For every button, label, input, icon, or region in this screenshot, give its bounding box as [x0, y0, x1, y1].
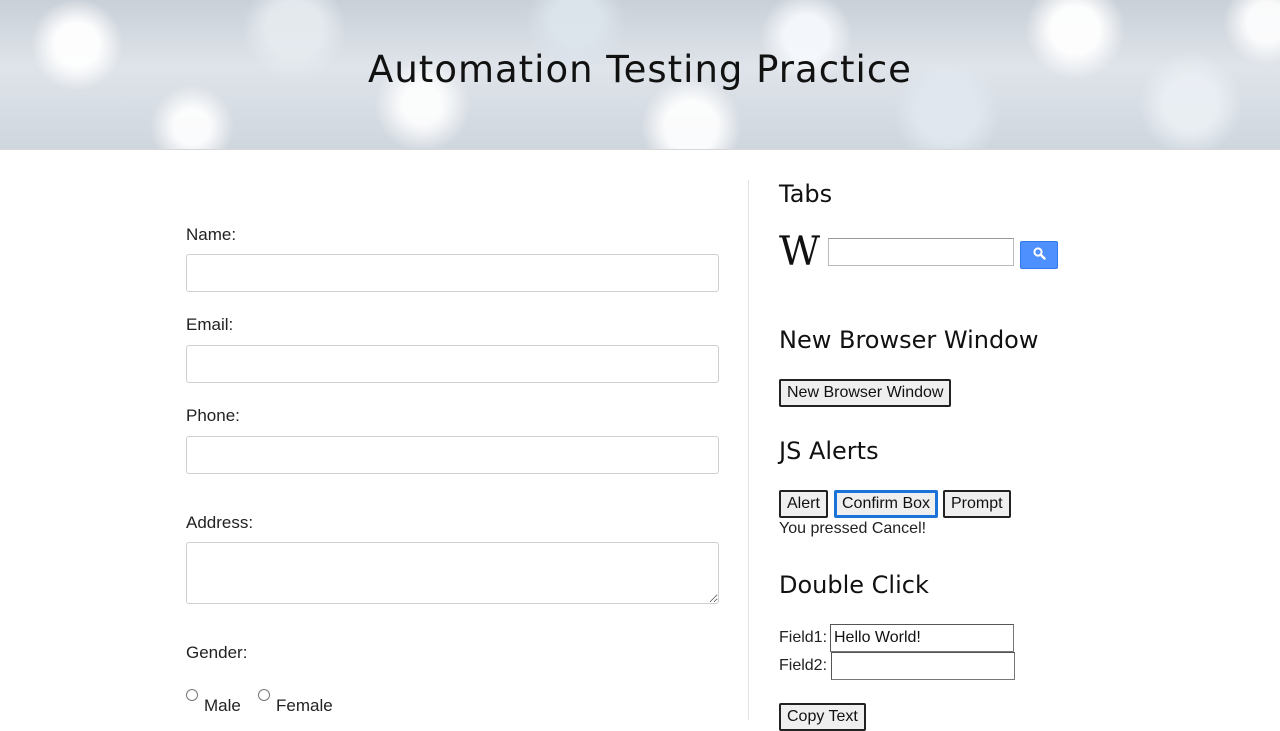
field1-label: Field1:	[779, 629, 828, 646]
wikipedia-search-input[interactable]	[828, 238, 1014, 266]
tabs-heading: Tabs	[779, 180, 833, 208]
alert-result-text: You pressed Cancel!	[779, 520, 927, 537]
search-icon	[1032, 247, 1046, 263]
phone-input[interactable]	[186, 436, 719, 474]
address-textarea[interactable]	[186, 542, 719, 604]
address-label: Address:	[186, 513, 254, 532]
page-title: Automation Testing Practice	[368, 48, 912, 91]
field2-input[interactable]	[831, 652, 1015, 680]
wikipedia-logo: W	[779, 229, 821, 275]
field2-label: Field2:	[779, 657, 828, 674]
phone-label: Phone:	[186, 406, 240, 425]
gender-label: Gender:	[186, 643, 248, 662]
alert-button[interactable]: Alert	[779, 490, 828, 518]
female-radio[interactable]	[258, 689, 270, 701]
confirm-box-button[interactable]: Confirm Box	[834, 490, 939, 518]
email-input[interactable]	[186, 345, 719, 383]
female-radio-label: Female	[276, 696, 333, 715]
new-browser-window-button[interactable]: New Browser Window	[779, 379, 952, 407]
new-browser-window-heading: New Browser Window	[779, 326, 1039, 354]
copy-text-button[interactable]: Copy Text	[779, 703, 866, 731]
name-label: Name:	[186, 225, 237, 244]
double-click-heading: Double Click	[779, 571, 929, 599]
name-input[interactable]	[186, 254, 719, 292]
male-radio-label: Male	[204, 696, 241, 715]
prompt-button[interactable]: Prompt	[943, 490, 1011, 518]
js-alerts-heading: JS Alerts	[779, 437, 879, 465]
wikipedia-search-button[interactable]	[1020, 241, 1058, 269]
email-label: Email:	[186, 315, 234, 334]
column-divider	[748, 180, 749, 720]
male-radio[interactable]	[186, 689, 198, 701]
page-header: Automation Testing Practice	[0, 0, 1280, 150]
field1-input[interactable]	[830, 624, 1014, 652]
